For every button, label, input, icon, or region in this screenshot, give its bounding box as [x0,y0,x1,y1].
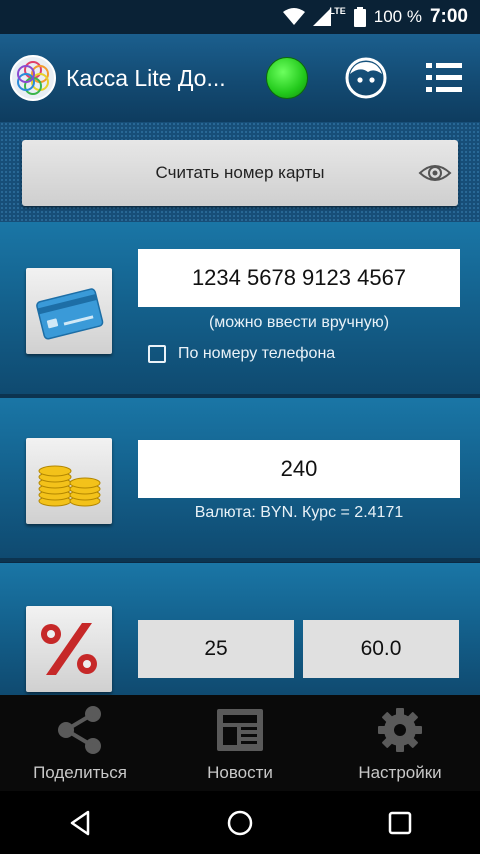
card-number-hint: (можно ввести вручную) [208,314,390,331]
home-icon[interactable] [226,809,254,837]
share-icon [58,706,101,754]
app-title: Касса Lite До... [66,64,226,91]
status-bar: LTE 100 % 7:00 [0,0,480,34]
battery-percent: 100 % [373,7,422,26]
recents-icon[interactable] [386,809,414,837]
settings-button[interactable]: Настройки [320,695,480,791]
menu-list-icon[interactable] [424,58,464,98]
read-card-button[interactable]: Считать номер карты [22,140,458,206]
battery-icon [353,7,366,27]
news-label: Новости [207,763,273,782]
credit-card-icon [36,288,104,340]
discount-percent-field[interactable]: 25 [138,620,294,678]
newspaper-icon [217,709,263,751]
bottom-nav: Поделиться Новости Настройки [0,695,480,791]
gear-icon [378,708,422,752]
back-icon[interactable] [66,809,94,837]
network-type: LTE [329,6,346,16]
percent-icon-box[interactable] [26,606,112,692]
news-button[interactable]: Новости [160,695,320,791]
card-icon-box[interactable] [26,268,112,354]
signal-icon: LTE [313,6,346,26]
eye-icon [418,165,452,181]
read-card-label: Считать номер карты [155,163,325,182]
settings-label: Настройки [358,763,442,782]
coins-icon [38,465,101,507]
wifi-icon [283,8,306,26]
amount-field[interactable]: 240 [138,440,460,498]
card-number-field[interactable]: 1234 5678 9123 4567 [138,249,460,307]
face-icon[interactable] [344,56,388,100]
percent-icon [41,623,97,675]
app-logo[interactable] [10,55,56,101]
phone-checkbox-row[interactable]: По номеру телефона [148,345,335,363]
app-bar: Касса Lite До... [0,34,480,122]
coins-icon-box[interactable] [26,438,112,524]
system-nav-bar [0,791,480,854]
read-card-area: Считать номер карты [0,122,480,222]
phone-checkbox[interactable] [148,345,166,363]
clock: 7:00 [429,6,468,27]
share-label: Поделиться [33,763,127,782]
phone-checkbox-label: По номеру телефона [178,345,336,362]
divider [0,558,480,562]
share-button[interactable]: Поделиться [0,695,160,791]
status-indicator [266,57,308,99]
discount-value-field[interactable]: 60.0 [303,620,459,678]
currency-info: Валюта: BYN. Курс = 2.4171 [194,504,404,521]
